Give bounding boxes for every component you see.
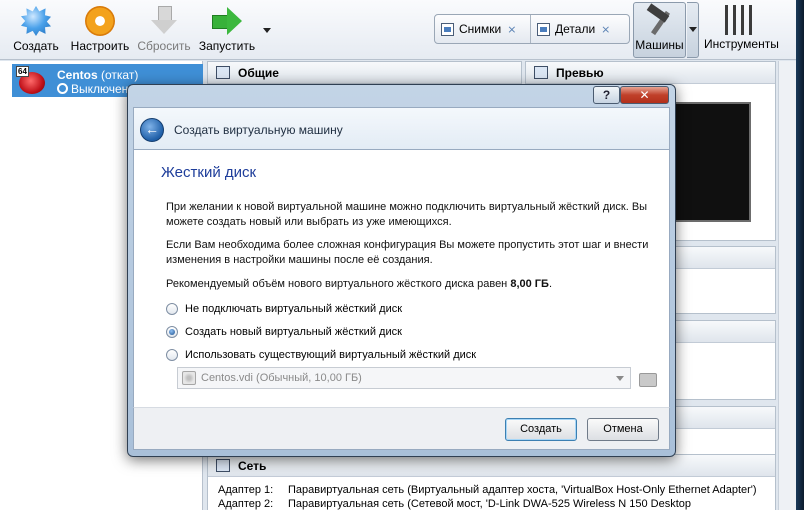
start-button[interactable]: Запустить bbox=[198, 4, 256, 58]
view-switcher: Снимки ⨯ Детали ⨯ bbox=[434, 14, 630, 44]
details-icon bbox=[537, 22, 550, 36]
radio-button-selected[interactable] bbox=[166, 326, 178, 338]
wizard-title: Создать виртуальную машину bbox=[174, 123, 343, 137]
vm-state-text: Выключена bbox=[71, 82, 135, 96]
adapter-key: Адаптер 2: bbox=[218, 498, 274, 510]
create-vm-dialog: ? ✕ ← Создать виртуальную машину Жесткий… bbox=[127, 84, 676, 457]
tab-details[interactable]: Детали ⨯ bbox=[530, 15, 629, 43]
radio-label: Не подключать виртуальный жёсткий диск bbox=[185, 303, 403, 315]
description-line: При желании к новой виртуальной машине м… bbox=[166, 201, 648, 213]
preview-title: Превью bbox=[556, 65, 604, 80]
hard-disk-icon bbox=[182, 371, 196, 385]
help-button[interactable]: ? bbox=[593, 86, 620, 104]
radio-button[interactable] bbox=[166, 349, 178, 361]
vm-name: Centos (откат) bbox=[57, 68, 138, 82]
create-disk-button[interactable]: Создать bbox=[505, 418, 577, 441]
os-logo-icon: 64 bbox=[16, 66, 46, 94]
description-paragraph-1: При желании к новой виртуальной машине м… bbox=[166, 200, 647, 230]
network-panel: Сеть Адаптер 1: Паравиртуальная сеть (Вир… bbox=[207, 454, 776, 510]
create-label: Создать bbox=[13, 39, 59, 53]
create-button[interactable]: Создать bbox=[10, 4, 62, 58]
radio-label: Использовать существующий виртуальный жё… bbox=[185, 349, 477, 361]
monitor-icon bbox=[216, 66, 230, 79]
chevron-down-icon bbox=[616, 376, 624, 381]
machines-label: Машины bbox=[635, 38, 684, 52]
discard-arrow-icon bbox=[149, 6, 179, 36]
adapter-key: Адаптер 1: bbox=[218, 484, 274, 496]
preview-header[interactable]: Превью bbox=[526, 62, 775, 84]
description-line: Если Вам необходима более сложная конфиг… bbox=[166, 239, 649, 251]
choose-disk-folder-icon[interactable] bbox=[637, 368, 657, 388]
network-icon bbox=[216, 459, 230, 472]
description-paragraph-2: Если Вам необходима более сложная конфиг… bbox=[166, 238, 648, 268]
recommend-value: 8,00 ГБ bbox=[510, 278, 549, 290]
power-off-icon bbox=[57, 83, 68, 94]
page-title: Жесткий диск bbox=[161, 164, 257, 181]
cancel-button[interactable]: Отмена bbox=[587, 418, 659, 441]
radio-use-existing-disk[interactable]: Использовать существующий виртуальный жё… bbox=[166, 349, 476, 361]
back-button[interactable]: ← bbox=[140, 118, 164, 142]
tools-button[interactable]: Инструменты bbox=[704, 2, 779, 58]
pin-icon[interactable]: ⨯ bbox=[507, 23, 516, 36]
recommend-text: Рекомендуемый объём нового виртуального … bbox=[166, 278, 508, 290]
recommended-size-text: Рекомендуемый объём нового виртуального … bbox=[166, 277, 552, 292]
adapter-value: Паравиртуальная сеть (Виртуальный адапте… bbox=[288, 484, 757, 496]
settings-button[interactable]: Настроить bbox=[70, 3, 130, 58]
tools-label: Инструменты bbox=[704, 37, 779, 51]
existing-disk-select[interactable]: Centos.vdi (Обычный, 10,00 ГБ) bbox=[177, 367, 631, 389]
new-star-icon bbox=[21, 6, 51, 36]
reset-label: Сбросить bbox=[137, 39, 191, 53]
window-edge bbox=[796, 0, 804, 510]
radio-no-disk[interactable]: Не подключать виртуальный жёсткий диск bbox=[166, 303, 402, 315]
adapter-row: Адаптер 2: Паравиртуальная сеть (Сетевой … bbox=[218, 497, 775, 510]
machines-button[interactable]: Машины bbox=[633, 2, 686, 58]
adapter-value: Паравиртуальная сеть (Сетевой мост, 'D-L… bbox=[288, 498, 692, 510]
wizard-header: ← Создать виртуальную машину bbox=[133, 107, 670, 149]
recommend-end: . bbox=[548, 278, 552, 290]
snapshots-icon bbox=[441, 22, 454, 36]
existing-disk-value: Centos.vdi (Обычный, 10,00 ГБ) bbox=[201, 372, 362, 384]
reset-button[interactable]: Сбросить bbox=[136, 4, 192, 58]
radio-button[interactable] bbox=[166, 303, 178, 315]
dialog-titlebar[interactable]: ? ✕ bbox=[128, 85, 675, 107]
radio-create-new-disk[interactable]: Создать новый виртуальный жёсткий диск bbox=[166, 326, 402, 338]
start-dropdown-arrow[interactable] bbox=[263, 28, 271, 33]
tools-icon bbox=[725, 5, 755, 35]
settings-label: Настроить bbox=[70, 39, 130, 53]
machines-dropdown[interactable] bbox=[687, 2, 699, 58]
tab-snapshots[interactable]: Снимки ⨯ bbox=[435, 15, 530, 43]
main-toolbar: Создать Настроить Сбросить Запустить Сни… bbox=[0, 0, 804, 60]
radio-label: Создать новый виртуальный жёсткий диск bbox=[185, 326, 402, 338]
network-header[interactable]: Сеть bbox=[208, 455, 775, 477]
adapter-row: Адаптер 1: Паравиртуальная сеть (Виртуаль… bbox=[218, 483, 775, 497]
vm-name-text: Centos bbox=[57, 68, 98, 82]
start-arrow-icon bbox=[212, 6, 242, 36]
details-label: Детали bbox=[555, 22, 596, 36]
vm-state: Выключена bbox=[57, 82, 135, 96]
monitor-icon bbox=[534, 66, 548, 79]
general-header[interactable]: Общие bbox=[208, 62, 521, 84]
general-title: Общие bbox=[238, 65, 279, 80]
gear-icon bbox=[82, 3, 118, 39]
network-info: Адаптер 1: Паравиртуальная сеть (Виртуаль… bbox=[208, 477, 775, 510]
dialog-footer: Создать Отмена bbox=[133, 407, 670, 450]
start-label: Запустить bbox=[198, 39, 256, 53]
os-bitness-badge: 64 bbox=[16, 66, 29, 77]
vm-snapshot-suffix: (откат) bbox=[101, 68, 139, 82]
hammer-icon bbox=[645, 6, 675, 36]
details-scrollbar[interactable] bbox=[778, 61, 796, 510]
snapshots-label: Снимки bbox=[459, 22, 502, 36]
description-line: изменения в настройки машины после её со… bbox=[166, 254, 433, 266]
pin-icon[interactable]: ⨯ bbox=[601, 23, 610, 36]
description-line: можете создать новый или выбрать из уже … bbox=[166, 216, 452, 228]
network-title: Сеть bbox=[238, 458, 267, 473]
close-button[interactable]: ✕ bbox=[620, 86, 669, 104]
chevron-down-icon bbox=[689, 27, 697, 32]
